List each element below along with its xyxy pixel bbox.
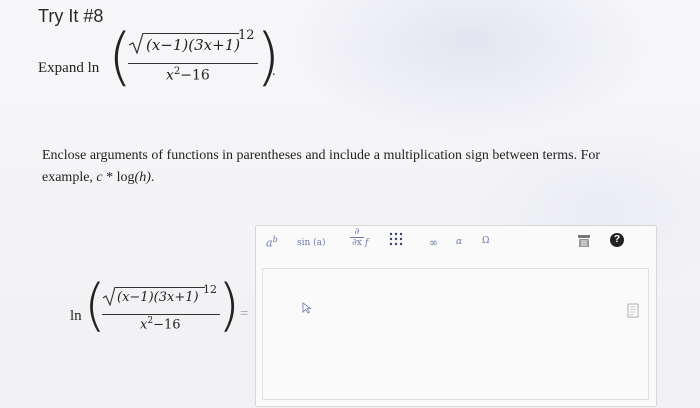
trailing-period: . xyxy=(272,64,276,79)
sin-button[interactable]: sin (a) xyxy=(297,238,326,248)
partial-f: f xyxy=(365,238,369,248)
alpha-button[interactable]: α xyxy=(456,237,462,247)
expand-numerator: (x−1)(3x+1) xyxy=(146,36,241,54)
denominator-base: x xyxy=(166,67,174,84)
answer-exponent: 12 xyxy=(203,283,217,296)
instructions-line1: Enclose arguments of functions in parent… xyxy=(42,148,601,163)
matrix-grid-button[interactable] xyxy=(389,231,403,250)
answer-fraction-bar xyxy=(102,314,220,315)
radical-bar xyxy=(143,33,239,34)
sqrt-icon xyxy=(128,32,144,59)
answer-den-rest: −16 xyxy=(153,317,181,333)
answer-input[interactable] xyxy=(262,268,649,400)
instr-example-prefix: example, xyxy=(42,170,97,185)
answer-radical-bar xyxy=(115,287,205,288)
answer-right-paren: ) xyxy=(218,273,240,338)
instr-log: log xyxy=(116,170,135,185)
omega-button[interactable]: Ω xyxy=(482,236,489,246)
help-icon: ? xyxy=(613,234,621,245)
expand-exponent: 12 xyxy=(238,28,255,43)
instr-suffix: . xyxy=(150,170,155,185)
answer-denominator: x2−16 xyxy=(140,316,181,332)
infinity-button[interactable]: ∞ xyxy=(429,236,438,249)
partial-top: ∂ xyxy=(354,227,360,237)
instructions-line2: example, c * log(h). xyxy=(42,167,682,189)
help-button[interactable]: ? xyxy=(610,233,624,247)
notepad-icon xyxy=(627,303,639,318)
notepad-button[interactable] xyxy=(627,303,639,323)
expand-label: Expand ln xyxy=(38,60,100,76)
power-sup: b xyxy=(272,235,278,244)
answer-equals: = xyxy=(240,306,249,322)
answer-sqrt-icon xyxy=(102,286,116,311)
answer-ln-label: ln xyxy=(70,308,82,324)
fraction-bar xyxy=(128,63,258,64)
instr-arg: (h) xyxy=(134,170,151,185)
expand-denominator: x2−16 xyxy=(166,66,210,84)
denominator-rest: −16 xyxy=(180,67,210,84)
instr-star: * xyxy=(102,170,117,185)
page-title: Try It #8 xyxy=(38,6,104,26)
trash-icon xyxy=(578,235,590,247)
right-paren: ) xyxy=(256,20,281,93)
math-toolbar: ab sin (a) ∂ ∂x f ∞ α Ω ? xyxy=(255,225,655,263)
cursor-icon xyxy=(302,301,312,319)
trash-button[interactable] xyxy=(577,234,591,251)
grid-icon xyxy=(389,232,403,246)
power-button[interactable]: ab xyxy=(266,235,278,250)
instructions: Enclose arguments of functions in parent… xyxy=(42,145,682,189)
answer-numerator: (x−1)(3x+1) xyxy=(117,290,199,305)
